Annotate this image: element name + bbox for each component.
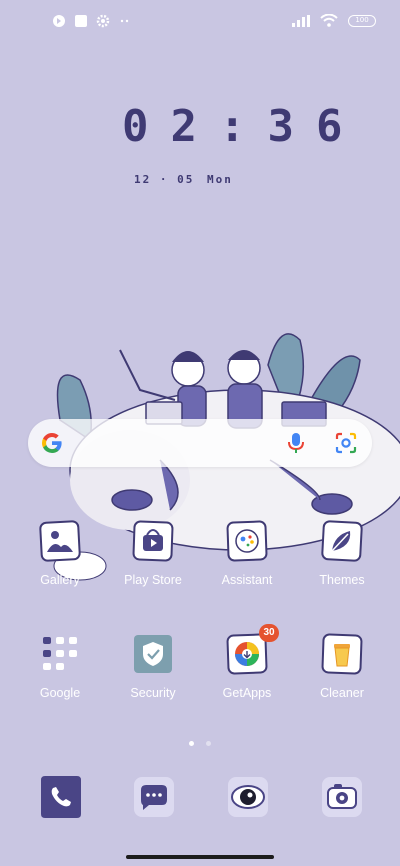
app-play-store[interactable]: Play Store (108, 519, 198, 587)
app-gallery[interactable]: Gallery (15, 519, 105, 587)
google-search-bar[interactable] (28, 419, 372, 467)
app-google-folder[interactable]: Google (15, 632, 105, 700)
gallery-notification-icon (75, 15, 87, 27)
cleaner-icon (321, 633, 363, 675)
more-dots-icon (120, 19, 129, 23)
app-label: Security (130, 686, 176, 700)
play-store-icon (132, 520, 174, 562)
gesture-navigation-bar[interactable] (126, 855, 274, 859)
settings-notification-icon (96, 14, 110, 28)
clock-time: 02:36 (122, 101, 365, 152)
security-icon (134, 635, 172, 673)
themes-icon (321, 520, 363, 562)
camera-icon[interactable] (319, 774, 365, 820)
app-cleaner[interactable]: Cleaner (297, 632, 387, 700)
google-g-icon (41, 433, 62, 454)
date-text: 12 · 05 (134, 173, 195, 186)
battery-icon: 100 (348, 14, 376, 27)
date-widget[interactable]: 12 · 05 Mon (134, 173, 233, 186)
messages-icon[interactable] (131, 774, 177, 820)
google-folder-icon (43, 637, 77, 670)
page-dot-active (189, 741, 195, 746)
assistant-icon (226, 520, 268, 562)
weekday-text: Mon (206, 173, 233, 186)
clock-widget[interactable]: 02:36 (0, 103, 400, 153)
phone-icon[interactable] (37, 774, 83, 820)
app-label: Assistant (221, 573, 273, 587)
page-dot (205, 741, 211, 746)
app-security[interactable]: Security (108, 632, 198, 700)
app-themes[interactable]: Themes (297, 519, 387, 587)
app-label: GetApps (222, 686, 272, 700)
home-screen: 100 02:36 12 · 05 Mon Gallery Play Store… (0, 0, 400, 866)
gallery-icon (39, 520, 81, 562)
app-label: Google (39, 686, 81, 700)
battery-level: 100 (355, 15, 369, 24)
wifi-icon (320, 14, 338, 27)
signal-icon (292, 14, 310, 27)
status-bar: 100 (0, 0, 400, 44)
page-indicator (0, 731, 400, 750)
app-label: Cleaner (320, 686, 364, 700)
notification-badge: 30 (259, 624, 279, 642)
app-label: Gallery (40, 573, 80, 587)
app-label: Play Store (124, 573, 182, 587)
google-lens-icon[interactable] (334, 431, 358, 455)
app-getapps[interactable]: 30 GetApps (202, 624, 292, 700)
app-label: Themes (319, 573, 365, 587)
system-icons: 100 (292, 14, 376, 27)
browser-icon[interactable] (225, 774, 271, 820)
notification-icons (52, 14, 132, 28)
app-assistant[interactable]: Assistant (202, 519, 292, 587)
app-notification-icon (53, 15, 65, 27)
mic-icon[interactable] (286, 431, 306, 455)
